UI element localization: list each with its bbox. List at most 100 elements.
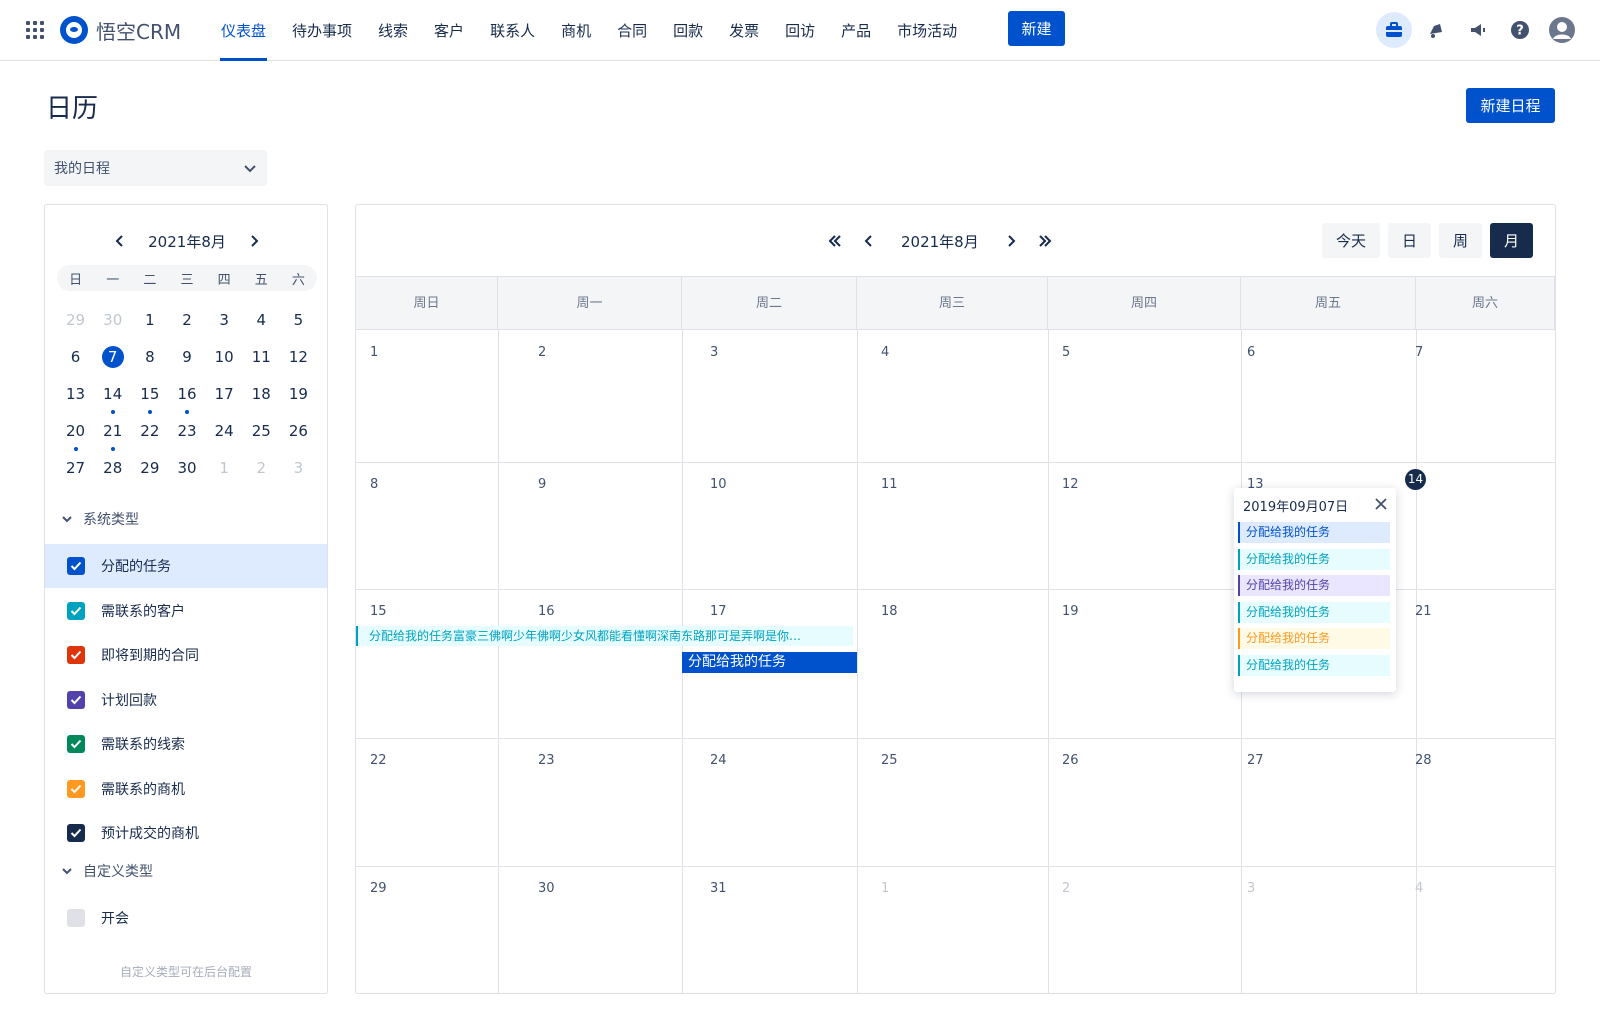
calendar-day-number[interactable]: 2 xyxy=(538,345,546,360)
mini-calendar-day[interactable]: 26 xyxy=(280,418,317,444)
nav-item[interactable]: 待办事项 xyxy=(279,0,365,61)
nav-item[interactable]: 产品 xyxy=(828,0,884,61)
mini-calendar-day[interactable]: 19 xyxy=(280,381,317,407)
mini-calendar-day[interactable]: 12 xyxy=(280,344,317,370)
checkbox[interactable] xyxy=(67,690,85,709)
mini-calendar-day[interactable]: 23 xyxy=(168,418,205,444)
calendar-day-number[interactable]: 15 xyxy=(370,604,387,619)
calendar-day-number[interactable]: 1 xyxy=(881,881,889,896)
nav-item[interactable]: 仪表盘 xyxy=(208,0,279,61)
mini-calendar-day[interactable]: 1 xyxy=(131,307,168,333)
mini-calendar-day[interactable]: 3 xyxy=(280,455,317,481)
calendar-day-number[interactable]: 29 xyxy=(370,881,387,896)
system-types-toggle[interactable]: 系统类型 xyxy=(61,509,139,529)
mini-calendar-day[interactable]: 28 xyxy=(94,455,131,481)
nav-item[interactable]: 商机 xyxy=(548,0,604,61)
mini-calendar-day[interactable]: 24 xyxy=(206,418,243,444)
checkbox[interactable] xyxy=(67,909,85,927)
view-button[interactable]: 周 xyxy=(1439,223,1483,258)
calendar-day-number[interactable]: 22 xyxy=(370,753,387,768)
user-avatar-icon[interactable] xyxy=(1544,12,1580,48)
checkbox[interactable] xyxy=(67,824,85,842)
calendar-day-number[interactable]: 26 xyxy=(1062,753,1079,768)
mini-calendar-day[interactable]: 30 xyxy=(168,455,205,481)
calendar-day-number[interactable]: 23 xyxy=(538,753,555,768)
checkbox[interactable] xyxy=(67,557,85,575)
type-filter-item[interactable]: 预计成交的商机 xyxy=(45,811,327,855)
calendar-day-number[interactable]: 6 xyxy=(1247,345,1255,360)
mini-calendar-day[interactable]: 22 xyxy=(131,418,168,444)
calendar-day-number[interactable]: 11 xyxy=(881,477,898,492)
popover-event[interactable]: 分配给我的任务 xyxy=(1238,575,1390,596)
double-chevron-left-icon[interactable] xyxy=(827,234,843,248)
calendar-day-number[interactable]: 28 xyxy=(1415,753,1432,768)
calendar-day-number[interactable]: 4 xyxy=(881,345,889,360)
calendar-day-number[interactable]: 3 xyxy=(1247,881,1255,896)
mini-calendar-day[interactable]: 7 xyxy=(94,344,131,370)
mini-calendar-day[interactable]: 1 xyxy=(206,455,243,481)
calendar-day-number[interactable]: 1 xyxy=(370,345,378,360)
calendar-day-number[interactable]: 3 xyxy=(710,345,718,360)
calendar-day-number[interactable]: 18 xyxy=(881,604,898,619)
mini-calendar-day[interactable]: 16 xyxy=(168,381,205,414)
new-button[interactable]: 新建 xyxy=(1008,11,1065,46)
mini-calendar-day[interactable]: 17 xyxy=(206,381,243,407)
mini-calendar-day[interactable]: 29 xyxy=(57,307,94,333)
mini-calendar-day[interactable]: 25 xyxy=(243,418,280,444)
calendar-event[interactable]: 分配给我的任务富豪三佛啊少年佛啊少女风都能看懂啊深南东路那可是弄啊是你… xyxy=(356,626,853,646)
nav-item[interactable]: 客户 xyxy=(421,0,477,61)
calendar-day-number[interactable]: 19 xyxy=(1062,604,1079,619)
popover-event[interactable]: 分配给我的任务 xyxy=(1238,601,1390,623)
nav-item[interactable]: 联系人 xyxy=(477,0,548,61)
chevron-right-icon[interactable] xyxy=(248,234,260,248)
mini-calendar-day[interactable]: 13 xyxy=(57,381,94,407)
view-button[interactable]: 日 xyxy=(1388,223,1432,258)
calendar-day-number[interactable]: 7 xyxy=(1415,345,1423,360)
close-icon[interactable] xyxy=(1374,497,1388,511)
mini-calendar-day[interactable]: 11 xyxy=(243,344,280,370)
mini-calendar-day[interactable]: 3 xyxy=(206,307,243,333)
mini-calendar-day[interactable]: 15 xyxy=(131,381,168,414)
mini-calendar-day[interactable]: 18 xyxy=(243,381,280,407)
view-button[interactable]: 今天 xyxy=(1322,223,1381,258)
megaphone-icon[interactable] xyxy=(1460,12,1496,48)
type-filter-item[interactable]: 需联系的商机 xyxy=(45,767,327,811)
calendar-day-number[interactable]: 30 xyxy=(538,881,555,896)
chevron-right-icon[interactable] xyxy=(1005,234,1017,248)
mini-calendar-day[interactable]: 21 xyxy=(94,418,131,451)
type-filter-item[interactable]: 计划回款 xyxy=(45,678,327,722)
mini-calendar-day[interactable]: 27 xyxy=(57,455,94,481)
calendar-day-number[interactable]: 12 xyxy=(1062,477,1079,492)
calendar-day-number[interactable]: 8 xyxy=(370,477,378,492)
nav-item[interactable]: 市场活动 xyxy=(884,0,970,61)
calendar-day-number[interactable]: 9 xyxy=(538,477,546,492)
bell-icon[interactable] xyxy=(1418,12,1454,48)
custom-types-toggle[interactable]: 自定义类型 xyxy=(61,861,153,881)
popover-event[interactable]: 分配给我的任务 xyxy=(1238,628,1390,649)
chevron-left-icon[interactable] xyxy=(863,234,875,248)
calendar-day-number[interactable]: 10 xyxy=(710,477,727,492)
checkbox[interactable] xyxy=(67,646,85,664)
app-switcher-icon[interactable] xyxy=(26,21,44,39)
mini-calendar-day[interactable]: 8 xyxy=(131,344,168,370)
mini-calendar-day[interactable]: 10 xyxy=(206,344,243,370)
calendar-event[interactable]: 分配给我的任务 xyxy=(682,652,857,673)
calendar-day-number[interactable]: 21 xyxy=(1415,604,1432,619)
mini-calendar-day[interactable]: 29 xyxy=(131,455,168,481)
nav-item[interactable]: 合同 xyxy=(604,0,660,61)
calendar-day-number[interactable]: 2 xyxy=(1062,881,1070,896)
schedule-select[interactable]: 我的日程 xyxy=(44,150,267,186)
mini-calendar-day[interactable]: 2 xyxy=(243,455,280,481)
chevron-left-icon[interactable] xyxy=(114,234,126,248)
calendar-day-number[interactable]: 31 xyxy=(710,881,727,896)
mini-calendar-day[interactable]: 4 xyxy=(243,307,280,333)
nav-item[interactable]: 线索 xyxy=(365,0,421,61)
nav-item[interactable]: 回款 xyxy=(660,0,716,61)
new-schedule-button[interactable]: 新建日程 xyxy=(1466,88,1555,123)
view-button[interactable]: 月 xyxy=(1490,223,1534,258)
mini-calendar-day[interactable]: 30 xyxy=(94,307,131,333)
popover-event[interactable]: 分配给我的任务 xyxy=(1238,654,1390,676)
type-filter-item[interactable]: 需联系的客户 xyxy=(45,589,327,633)
calendar-day-number[interactable]: 16 xyxy=(538,604,555,619)
type-filter-item[interactable]: 分配的任务 xyxy=(45,544,327,588)
